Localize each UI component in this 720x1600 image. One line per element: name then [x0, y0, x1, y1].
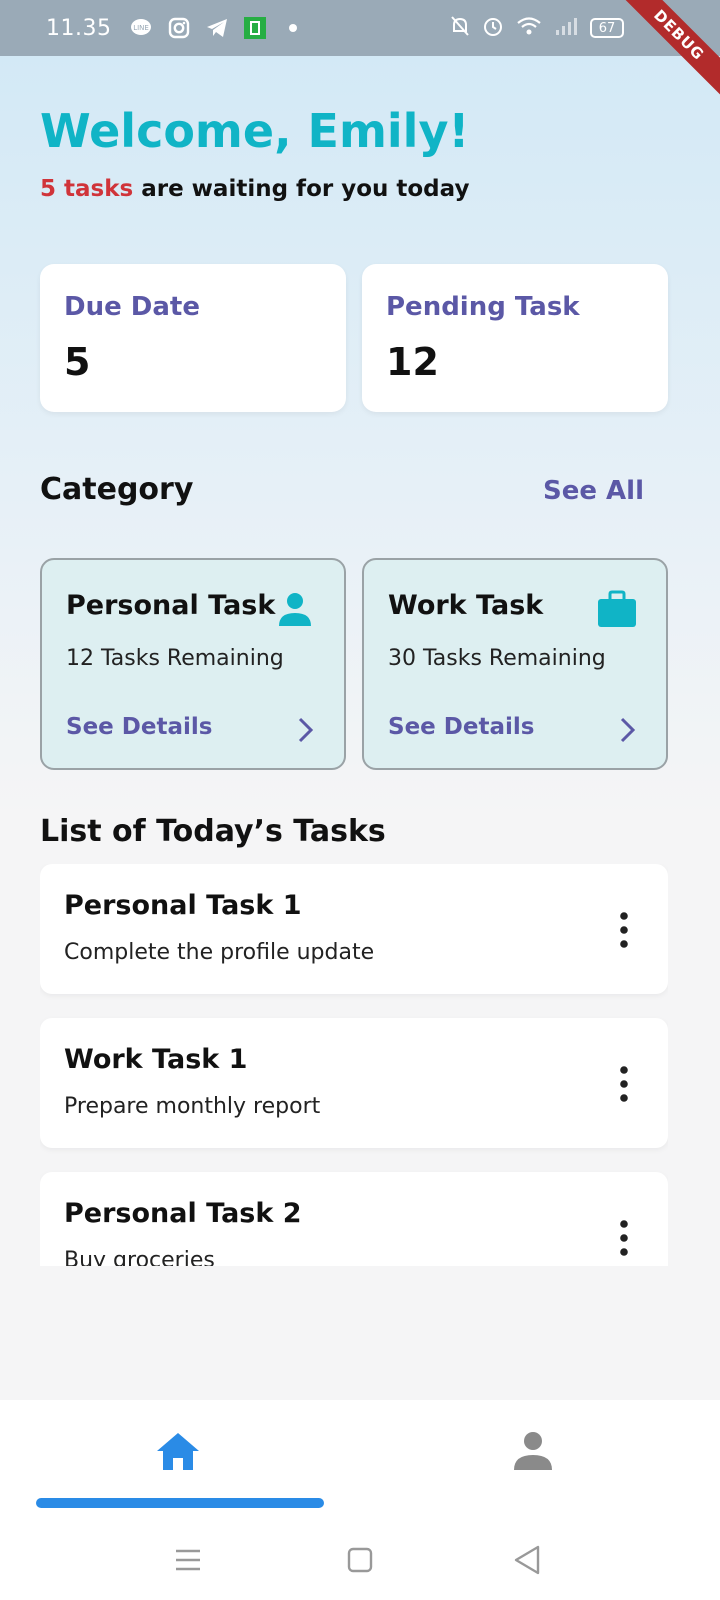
status-app-icons: LINE	[129, 16, 305, 40]
category-card-remaining: 30 Tasks Remaining	[388, 646, 606, 671]
briefcase-icon	[596, 590, 638, 630]
profile-icon[interactable]	[510, 1430, 556, 1472]
dot-icon	[281, 16, 305, 40]
instagram-icon	[167, 16, 191, 40]
home-icon[interactable]	[155, 1430, 201, 1472]
home-screen: Welcome, Emily! 5 tasks are waiting for …	[0, 56, 720, 1400]
back-icon[interactable]	[508, 1540, 548, 1580]
todays-tasks-title: List of Today’s Tasks	[40, 814, 386, 849]
task-description: Complete the profile update	[64, 940, 375, 965]
more-vert-icon[interactable]	[612, 1218, 636, 1258]
status-bar: 11.35 LINE 67 DEBUG	[0, 0, 720, 98]
alarm-icon	[482, 15, 504, 41]
pending-task-label: Pending Task	[386, 292, 580, 322]
tasks-count: 5 tasks	[40, 176, 134, 202]
due-date-card[interactable]: Due Date 5	[40, 264, 346, 412]
home-button-icon[interactable]	[340, 1540, 380, 1580]
tasks-subtitle-text: are waiting for you today	[133, 176, 470, 202]
task-description: Prepare monthly report	[64, 1094, 321, 1119]
person-icon	[274, 590, 316, 630]
task-title: Personal Task 2	[64, 1198, 302, 1229]
see-all-link[interactable]: See All	[543, 476, 644, 506]
see-details-link[interactable]: See Details	[388, 714, 534, 740]
recents-icon[interactable]	[168, 1540, 208, 1580]
task-item[interactable]: Work Task 1 Prepare monthly report	[40, 1018, 668, 1148]
welcome-title: Welcome, Emily!	[40, 104, 470, 158]
signal-icon	[554, 16, 578, 40]
category-card-title: Work Task	[388, 590, 544, 621]
chevron-right-icon[interactable]	[294, 716, 316, 744]
active-tab-indicator	[36, 1498, 324, 1508]
system-navigation-bar	[0, 1540, 720, 1580]
svg-text:LINE: LINE	[134, 24, 150, 32]
mute-icon	[450, 15, 470, 41]
telegram-icon	[205, 16, 229, 40]
task-item[interactable]: Personal Task 2 Buy groceries	[40, 1172, 668, 1266]
see-details-link[interactable]: See Details	[66, 714, 212, 740]
category-title: Category	[40, 472, 194, 507]
more-vert-icon[interactable]	[612, 1064, 636, 1104]
task-title: Work Task 1	[64, 1044, 248, 1075]
green-app-icon	[243, 16, 267, 40]
battery-icon: 67	[590, 18, 624, 38]
task-title: Personal Task 1	[64, 890, 302, 921]
more-vert-icon[interactable]	[612, 910, 636, 950]
wifi-icon	[516, 16, 542, 40]
task-list[interactable]: Personal Task 1 Complete the profile upd…	[40, 864, 668, 1266]
personal-task-category-card[interactable]: Personal Task 12 Tasks Remaining See Det…	[40, 558, 346, 770]
category-card-remaining: 12 Tasks Remaining	[66, 646, 284, 671]
due-date-value: 5	[64, 340, 91, 384]
task-description: Buy groceries	[64, 1248, 215, 1266]
task-item[interactable]: Personal Task 1 Complete the profile upd…	[40, 864, 668, 994]
chevron-right-icon[interactable]	[616, 716, 638, 744]
category-card-title: Personal Task	[66, 590, 276, 621]
tasks-subtitle: 5 tasks are waiting for you today	[40, 176, 469, 202]
status-time: 11.35	[46, 15, 112, 41]
work-task-category-card[interactable]: Work Task 30 Tasks Remaining See Details	[362, 558, 668, 770]
pending-task-value: 12	[386, 340, 439, 384]
status-system-icons: 67	[450, 0, 624, 56]
bottom-navigation	[0, 1400, 720, 1600]
pending-task-card[interactable]: Pending Task 12	[362, 264, 668, 412]
line-app-icon: LINE	[129, 16, 153, 40]
due-date-label: Due Date	[64, 292, 200, 322]
